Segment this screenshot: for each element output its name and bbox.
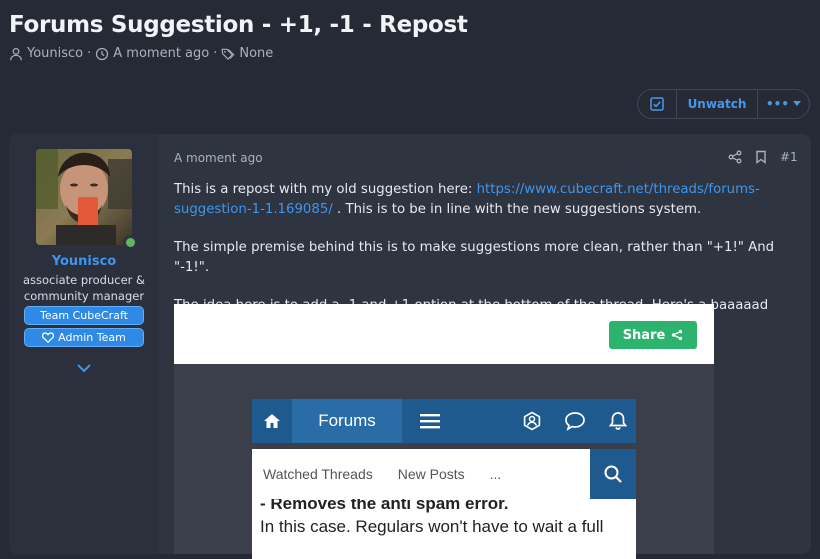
badge-team-cubecraft[interactable]: Team CubeCraft: [24, 306, 144, 325]
post-tools: #1: [728, 150, 798, 164]
prototype-content: - Removes the anti spam error. In this c…: [252, 499, 636, 559]
prototype-nav-right: [522, 411, 636, 431]
meta-separator: ·: [213, 46, 218, 61]
p1-text-after: . This is to be in line with the new sug…: [332, 202, 702, 217]
user-icon: [10, 47, 22, 60]
more-options-button[interactable]: •••: [758, 90, 809, 118]
bulk-select-button[interactable]: [638, 90, 677, 118]
bell-icon: [608, 412, 628, 430]
post-username[interactable]: Younisco: [9, 254, 159, 269]
thread-meta: Younisco · A moment ago · None: [9, 46, 273, 61]
online-indicator: [123, 235, 137, 249]
thread-actions: Unwatch •••: [637, 89, 810, 119]
prototype-more: ...: [489, 466, 502, 482]
chat-bubble-icon: [565, 412, 585, 431]
p1-text: This is a repost with my old suggestion …: [174, 182, 477, 197]
paragraph-2: The simple premise behind this is to mak…: [174, 240, 775, 275]
avatar[interactable]: [36, 149, 132, 245]
search-icon: [604, 465, 622, 483]
prototype-nav: Forums: [252, 399, 636, 443]
menu-icon-wrap: [402, 399, 458, 443]
badge-label: Team CubeCraft: [40, 309, 128, 322]
prototype-line-2: In this case. Regulars won't have to wai…: [260, 517, 604, 536]
bookmark-icon[interactable]: [754, 150, 768, 164]
home-icon: [264, 414, 280, 428]
more-label: •••: [765, 97, 789, 111]
tags-icon: [221, 48, 235, 60]
thread-time[interactable]: A moment ago: [113, 46, 209, 61]
clock-icon: [96, 47, 109, 60]
user-title: associate producer & community manager: [22, 273, 146, 303]
prototype-line-1: - Removes the anti spam error.: [260, 499, 509, 513]
unwatch-button[interactable]: Unwatch: [677, 90, 758, 118]
prototype-share-button: Share: [609, 321, 697, 349]
caret-down-icon: [793, 101, 801, 106]
thread-author[interactable]: Younisco: [27, 46, 83, 61]
share-icon[interactable]: [728, 150, 742, 164]
home-icon-wrap: [252, 399, 292, 443]
prototype-subnav: Watched Threads New Posts ...: [252, 449, 636, 499]
post-time[interactable]: A moment ago: [174, 151, 263, 165]
hamburger-icon: [420, 414, 440, 429]
user-circle-icon: [523, 411, 541, 431]
prototype-watched-threads: Watched Threads: [263, 466, 373, 482]
checkbox-icon: [650, 97, 664, 111]
thread-tags[interactable]: None: [239, 46, 273, 61]
chevron-down-icon[interactable]: [76, 361, 92, 375]
online-dot: [125, 237, 135, 247]
heart-icon: [42, 332, 55, 343]
share-label: Share: [622, 327, 666, 343]
meta-separator: ·: [87, 46, 92, 61]
badge-admin-team[interactable]: Admin Team: [24, 328, 144, 347]
page-title: Forums Suggestion - +1, -1 - Repost: [9, 12, 468, 38]
paragraph-1: This is a repost with my old suggestion …: [174, 180, 804, 220]
avatar-image: [36, 149, 132, 245]
share-icon: [672, 329, 683, 341]
prototype-forums-tab: Forums: [292, 399, 402, 443]
badge-label: Admin Team: [58, 331, 126, 344]
prototype-new-posts: New Posts: [397, 466, 465, 482]
post-number[interactable]: #1: [780, 150, 798, 164]
prototype-search: [590, 449, 636, 499]
